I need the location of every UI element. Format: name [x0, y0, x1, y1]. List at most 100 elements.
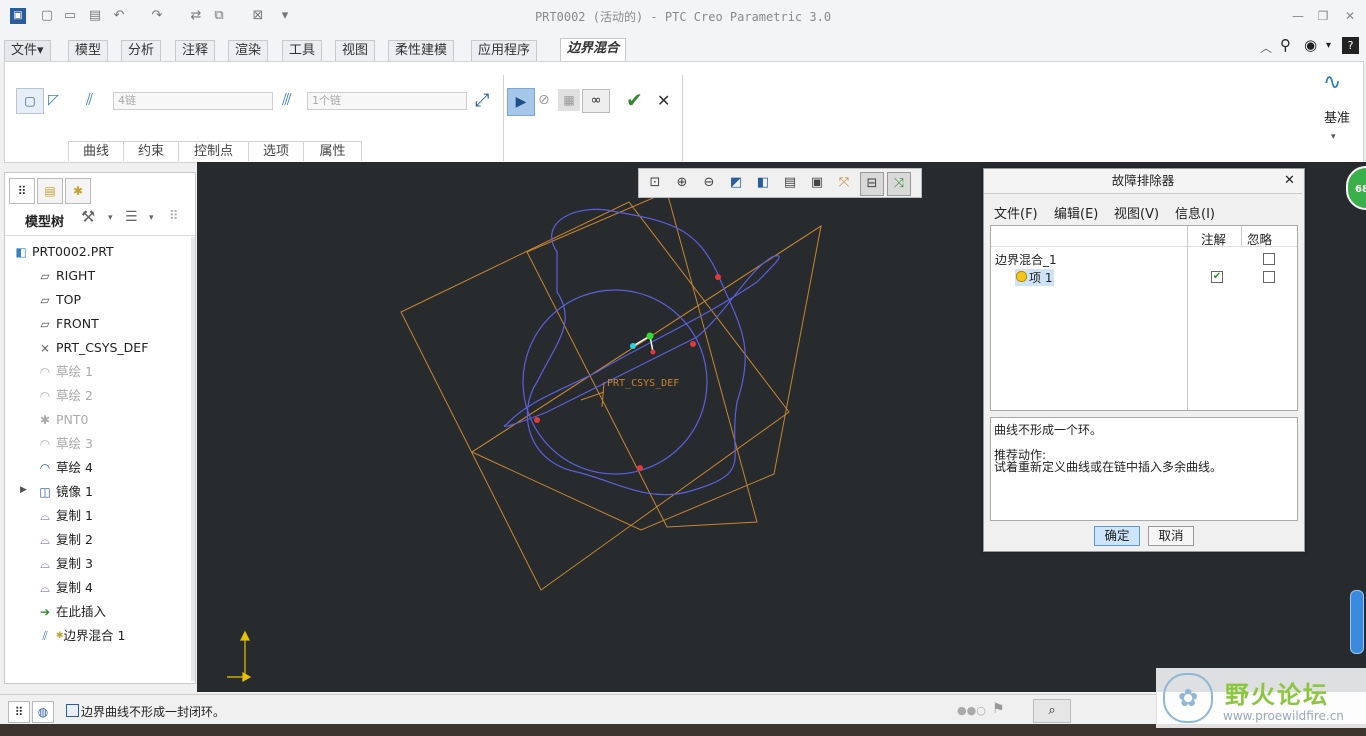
folder-browser-tab-icon[interactable]: ▤	[37, 178, 63, 204]
tree-item-pnt0[interactable]: ✱ PNT0	[40, 409, 89, 431]
tree-item-sketch-3[interactable]: ◠ 草绘 3	[40, 433, 93, 455]
no-preview-icon[interactable]: ⊘	[538, 92, 550, 108]
tab-render[interactable]: 渲染	[228, 40, 269, 61]
tree-filter-icon[interactable]: ⠿	[169, 209, 179, 224]
tab-model[interactable]: 模型	[68, 40, 109, 61]
second-direction-icon[interactable]: ⫻	[282, 90, 292, 110]
ribbon-group-curves[interactable]: 曲线	[68, 141, 123, 161]
menu-info[interactable]: 信息(I)	[1175, 203, 1215, 222]
model-tree-tab-icon[interactable]: ⠿	[9, 178, 35, 204]
show-dropdown-icon[interactable]: ▾	[149, 213, 154, 223]
model-tree-label[interactable]: 模型树	[25, 211, 64, 230]
datum-dropdown-icon[interactable]: ▾	[1331, 132, 1336, 142]
first-direction-icon[interactable]: ⫽	[86, 90, 93, 110]
floating-slider[interactable]	[1350, 590, 1364, 654]
tab-tools[interactable]: 工具	[282, 40, 323, 61]
repaint-icon[interactable]: ◩	[725, 172, 747, 194]
tree-item-copy-4[interactable]: ⌓ 复制 4	[40, 577, 93, 599]
zoom-out-icon[interactable]: ⊖	[698, 172, 720, 194]
ok-button[interactable]: 确定	[1094, 526, 1140, 546]
ribbon-group-options[interactable]: 选项	[248, 141, 303, 161]
menu-edit[interactable]: 编辑(E)	[1054, 203, 1098, 222]
tab-applications[interactable]: 应用程序	[471, 40, 538, 61]
minimize-icon[interactable]: —	[1290, 8, 1306, 24]
ignore-checkbox-item[interactable]	[1263, 271, 1275, 283]
tab-analysis[interactable]: 分析	[121, 40, 162, 61]
tree-item-front[interactable]: ▱ FRONT	[40, 313, 98, 335]
spin-center-icon[interactable]: ⤨	[887, 172, 911, 196]
tree-item-boundary-blend-1[interactable]: ⫽ ✱边界混合 1	[42, 625, 125, 647]
view-manager-icon[interactable]: ▣	[806, 172, 828, 194]
tree-item-part[interactable]: ◧ PRT0002.PRT	[15, 241, 113, 263]
settings-tools-icon[interactable]: ⚒	[81, 207, 95, 226]
display-style-icon[interactable]: ◧	[752, 172, 774, 194]
second-direction-collector[interactable]: 1个链	[307, 92, 467, 110]
tree-item-copy-1[interactable]: ⌓ 复制 1	[40, 505, 93, 527]
dialog-close-icon[interactable]: ✕	[1284, 173, 1295, 188]
menu-view[interactable]: 视图(V)	[1114, 203, 1159, 222]
help-icon[interactable]: ◉	[1304, 36, 1317, 54]
datum-curve-icon[interactable]: ∿	[1323, 70, 1341, 95]
tab-view[interactable]: 视图	[335, 40, 376, 61]
status-message: 边界曲线不形成一封闭环。	[81, 705, 226, 719]
ribbon-group-properties[interactable]: 属性	[303, 141, 362, 161]
tree-item-sketch-2[interactable]: ◠ 草绘 2	[40, 385, 93, 407]
tab-flexible-modeling[interactable]: 柔性建模	[388, 40, 455, 61]
tree-item-copy-2[interactable]: ⌓ 复制 2	[40, 529, 93, 551]
quilt-button[interactable]: ◸	[48, 92, 59, 108]
note-checkbox-item[interactable]: ✔	[1211, 271, 1223, 283]
minimize-ribbon-icon[interactable]: ︿	[1260, 39, 1272, 56]
navigator-toggle-icon[interactable]: ⠿	[8, 701, 30, 723]
show-icon[interactable]: ☰	[125, 209, 138, 225]
settings-dropdown-icon[interactable]: ▾	[108, 213, 113, 223]
scrollbar[interactable]	[191, 237, 195, 681]
tree-item-insert-here[interactable]: ➔ 在此插入	[40, 601, 106, 623]
refit-icon[interactable]: ⊡	[644, 172, 666, 194]
restore-icon[interactable]: ❐	[1315, 8, 1331, 24]
tab-annotate[interactable]: 注释	[175, 40, 216, 61]
table-row-parent[interactable]: 边界混合_1	[995, 251, 1057, 268]
tree-item-copy-3[interactable]: ⌓ 复制 3	[40, 553, 93, 575]
regen-status-icon[interactable]: ●●○	[957, 704, 986, 717]
cancel-x-icon[interactable]: ✕	[657, 91, 670, 110]
saved-orientations-icon[interactable]: ▤	[779, 172, 801, 194]
find-binoculars-icon[interactable]: ⌕	[1033, 699, 1071, 723]
cancel-button[interactable]: 取消	[1148, 526, 1194, 546]
ribbon-group-constraints[interactable]: 约束	[123, 141, 178, 161]
help-center-icon[interactable]: ?	[1342, 37, 1359, 54]
tree-item-csys[interactable]: ⨯ PRT_CSYS_DEF	[40, 337, 148, 359]
tree-item-right[interactable]: ▱ RIGHT	[40, 265, 95, 287]
verify-mode-icon[interactable]: ∞	[582, 89, 610, 113]
boundary-blend-icon: ⫽	[42, 629, 48, 643]
annotation-display-icon[interactable]: ⊟	[860, 172, 884, 196]
tab-file[interactable]: 文件▾	[4, 40, 51, 61]
table-row-item[interactable]: 项 1	[1015, 269, 1055, 286]
expand-arrow-icon[interactable]: ▶	[20, 485, 27, 495]
ribbon-group-control-points[interactable]: 控制点	[178, 141, 248, 161]
tab-boundary-blend[interactable]: 边界混合	[560, 38, 627, 61]
close-icon[interactable]: ✕	[1342, 8, 1358, 24]
menu-file[interactable]: 文件(F)	[994, 203, 1038, 222]
tree-item-sketch-1[interactable]: ◠ 草绘 1	[40, 361, 93, 383]
forum-logo-icon: ✿	[1163, 673, 1213, 723]
search-icon[interactable]: ⚲	[1280, 36, 1291, 54]
preview-geometry-icon[interactable]: ▦	[558, 89, 580, 111]
datum-label[interactable]: 基准	[1324, 107, 1350, 126]
tree-item-mirror-1[interactable]: ◫ 镜像 1	[39, 481, 93, 503]
help-dropdown-icon[interactable]: ▾	[1326, 40, 1331, 51]
flag-icon[interactable]: ⚑	[992, 701, 1005, 717]
tree-item-top[interactable]: ▱ TOP	[40, 289, 81, 311]
swap-directions-icon[interactable]: ⤢	[475, 90, 489, 111]
ignore-checkbox-parent[interactable]	[1263, 253, 1275, 265]
datum-display-icon[interactable]: ⤧	[833, 172, 855, 194]
zoom-in-icon[interactable]: ⊕	[671, 172, 693, 194]
favorites-tab-icon[interactable]: ✱	[65, 178, 91, 204]
pause-play-button[interactable]: ▶	[507, 88, 535, 116]
surface-type-button[interactable]: ▢	[16, 88, 44, 114]
view-triad-arrow	[240, 630, 250, 641]
browser-toggle-icon[interactable]: ◍	[32, 701, 54, 723]
dialog-title: 故障排除器	[984, 169, 1302, 194]
tree-item-sketch-4[interactable]: ◠ 草绘 4	[40, 457, 93, 479]
first-direction-collector[interactable]: 4链	[113, 92, 273, 110]
confirm-check-icon[interactable]: ✔	[626, 88, 643, 112]
